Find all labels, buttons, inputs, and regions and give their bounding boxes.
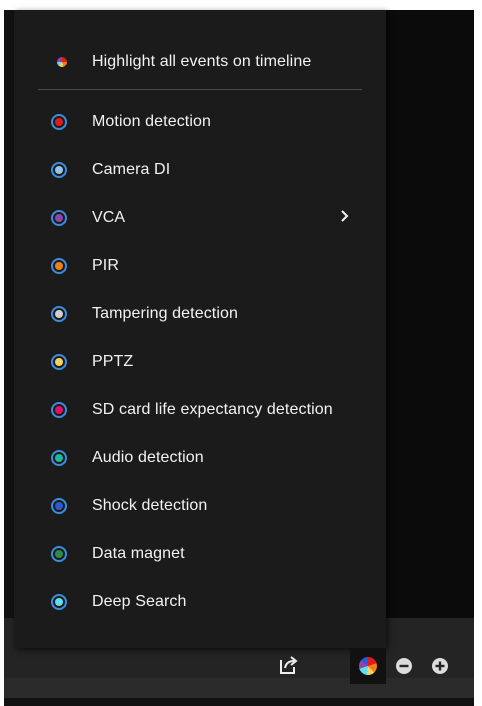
menu-item-label: PPTZ xyxy=(92,353,134,370)
export-icon[interactable] xyxy=(278,654,300,681)
menu-item-label: Data magnet xyxy=(92,545,185,562)
menu-item-tampering-detection[interactable]: Tampering detection xyxy=(14,290,386,338)
menu-item-label: Camera DI xyxy=(92,161,171,178)
event-color-pie-icon xyxy=(359,657,377,675)
radio-icon xyxy=(51,258,67,274)
radio-icon xyxy=(51,210,67,226)
menu-item-label: Deep Search xyxy=(92,593,187,610)
menu-divider xyxy=(38,89,362,90)
menu-item-label: Tampering detection xyxy=(92,305,238,322)
event-color-dot xyxy=(55,214,63,222)
radio-icon xyxy=(51,354,67,370)
event-color-dot xyxy=(55,358,63,366)
event-color-button[interactable] xyxy=(350,648,386,684)
highlight-all-events-label: Highlight all events on timeline xyxy=(92,53,312,70)
menu-item-motion-detection[interactable]: Motion detection xyxy=(14,98,386,146)
zoom-out-icon[interactable] xyxy=(395,657,413,680)
menu-item-vca[interactable]: VCA xyxy=(14,194,386,242)
menu-item-pir[interactable]: PIR xyxy=(14,242,386,290)
menu-item-audio-detection[interactable]: Audio detection xyxy=(14,434,386,482)
video-panel xyxy=(386,10,474,618)
menu-item-label: Motion detection xyxy=(92,113,212,130)
event-color-dot xyxy=(55,262,63,270)
event-color-dot xyxy=(55,406,63,414)
radio-icon xyxy=(51,546,67,562)
event-color-dot xyxy=(55,454,63,462)
menu-item-label: PIR xyxy=(92,257,119,274)
radio-icon xyxy=(51,306,67,322)
menu-item-shock-detection[interactable]: Shock detection xyxy=(14,482,386,530)
event-filter-menu: Highlight all events on timeline Motion … xyxy=(14,10,386,648)
radio-icon xyxy=(51,402,67,418)
radio-icon xyxy=(51,114,67,130)
event-color-dot xyxy=(55,550,63,558)
menu-item-label: Audio detection xyxy=(92,449,204,466)
menu-item-label: SD card life expectancy detection xyxy=(92,401,333,418)
event-color-dot xyxy=(55,310,63,318)
menu-item-label: VCA xyxy=(92,209,126,226)
chevron-right-icon xyxy=(340,209,350,227)
event-color-dot xyxy=(55,166,63,174)
timeline-strip xyxy=(4,678,474,698)
event-color-dot xyxy=(55,118,63,126)
zoom-in-icon[interactable] xyxy=(431,657,449,680)
menu-item-data-magnet[interactable]: Data magnet xyxy=(14,530,386,578)
radio-icon xyxy=(51,594,67,610)
menu-item-camera-di[interactable]: Camera DI xyxy=(14,146,386,194)
radio-icon xyxy=(51,162,67,178)
radio-icon xyxy=(51,450,67,466)
menu-item-label: Shock detection xyxy=(92,497,208,514)
event-color-dot xyxy=(55,502,63,510)
menu-item-sd-card-life-expectancy[interactable]: SD card life expectancy detection xyxy=(14,386,386,434)
menu-item-deep-search[interactable]: Deep Search xyxy=(14,578,386,626)
event-color-dot xyxy=(55,598,63,606)
radio-icon xyxy=(51,498,67,514)
event-color-pie-icon xyxy=(57,57,67,67)
menu-item-pptz[interactable]: PPTZ xyxy=(14,338,386,386)
highlight-all-events-item[interactable]: Highlight all events on timeline xyxy=(14,38,386,86)
